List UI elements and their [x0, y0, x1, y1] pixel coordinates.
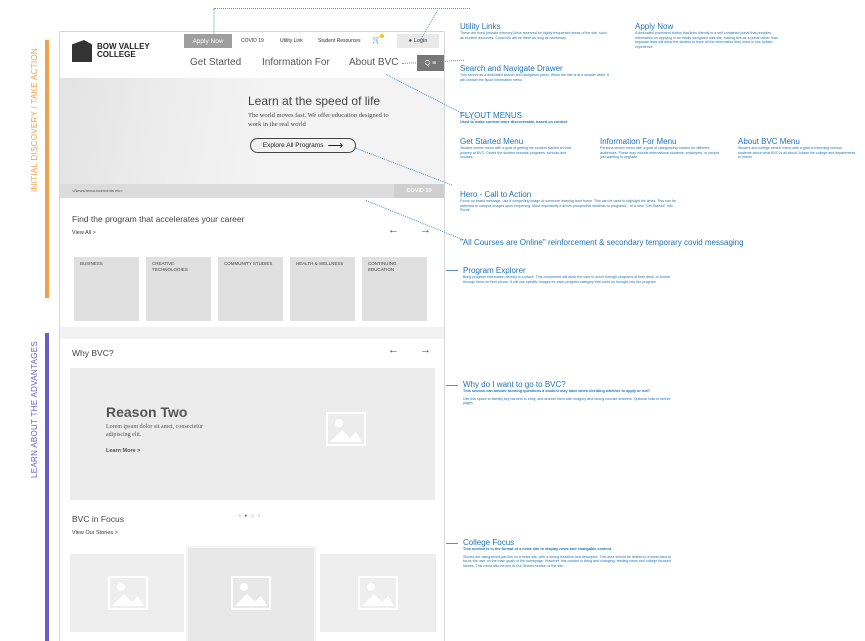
cart-badge [380, 34, 384, 38]
carousel-dots[interactable]: ○ ● ○ ○ [238, 513, 261, 519]
annotation-search-drawer: Search and Navigate Drawer This serves a… [460, 64, 610, 82]
apply-now-button[interactable]: Apply Now [184, 34, 232, 48]
program-tile[interactable]: CONTINUING EDUCATION [362, 257, 427, 321]
connector-line [446, 270, 458, 271]
image-placeholder-icon [358, 576, 398, 610]
advantages-section-bar [45, 333, 49, 641]
annotation-program-explorer: Program Explorer Bring program informati… [463, 266, 670, 284]
user-icon: ● [408, 38, 412, 44]
hero-section: Learn at the speed of life The world mov… [60, 78, 444, 184]
annotation-flyout-menus: FLYOUT MENUS Used to make content more d… [460, 111, 568, 124]
story-card[interactable] [70, 554, 184, 632]
annotation-about-bvc-menu: About BVC Menu Student and college centr… [738, 137, 856, 160]
program-tile[interactable]: BUSINESS [74, 257, 139, 321]
covid-button[interactable]: COVID 19 [394, 184, 444, 198]
program-tile[interactable]: CREATIVE TECHNOLOGIES [146, 257, 211, 321]
discovery-section-bar [45, 40, 49, 298]
annotation-hero-cta: Hero - Call to Action Focus on brand mes… [460, 190, 676, 213]
story-card[interactable] [188, 548, 314, 641]
image-placeholder-icon [326, 412, 366, 446]
explore-programs-button[interactable]: Explore All Programs ⟶ [250, 138, 356, 153]
college-logo[interactable]: BOW VALLEY COLLEGE [72, 40, 150, 62]
annotation-information-for-menu: Information For Menu Persona centric men… [600, 137, 720, 160]
arrow-left-icon[interactable]: ← [388, 344, 399, 356]
logo-text: BOW VALLEY COLLEGE [97, 42, 150, 59]
connector-line [446, 543, 458, 544]
news-announcement[interactable]: <News/announcements etc> [72, 188, 123, 193]
annotation-utility-links: Utility Links These are fixed (muscle me… [460, 22, 607, 40]
view-stories-link[interactable]: View Our Stories > [72, 530, 118, 536]
reason-title: Reason Two [106, 404, 188, 420]
utility-link-generic[interactable]: Utility Link [280, 38, 303, 44]
reason-learn-more-link[interactable]: Learn More > [106, 448, 140, 454]
reason-card: Reason Two Lorem ipsum dolor sit amet, c… [70, 368, 435, 500]
utility-link-covid[interactable]: COVID 19 [241, 38, 264, 44]
utility-link-student-resources[interactable]: Student Resources [318, 38, 361, 44]
logo-mark-icon [72, 40, 92, 62]
image-placeholder-icon [108, 576, 148, 610]
annotation-why-bvc: Why do I want to go to BVC? This section… [463, 380, 671, 406]
hero-image [60, 78, 260, 184]
hero-body: The world moves fast. We offer education… [248, 112, 389, 128]
view-all-programs-link[interactable]: View All > [72, 230, 96, 236]
program-tile[interactable]: COMMUNITY STUDIES [218, 257, 283, 321]
story-card[interactable] [320, 554, 436, 632]
focus-title: BVC in Focus [72, 514, 124, 524]
reason-body: Lorem ipsum dolor sit amet, consectetur … [106, 424, 203, 438]
annotation-online-messaging: "All Courses are Online" reinforcement &… [460, 238, 744, 247]
annotation-apply-now: Apply Now A dedicated prominent button t… [635, 22, 778, 49]
nav-information-for[interactable]: Information For [262, 57, 330, 68]
news-bar: <News/announcements etc> COVID 19 [60, 184, 444, 198]
arrow-right-icon: ⟶ [327, 140, 344, 152]
programs-title: Find the program that accelerates your c… [72, 214, 245, 224]
connector-line [446, 385, 458, 386]
arrow-right-icon[interactable]: → [420, 344, 431, 356]
nav-about-bvc[interactable]: About BVC [349, 57, 398, 68]
hero-headline: Learn at the speed of life [248, 94, 381, 108]
arrow-left-icon[interactable]: ← [388, 224, 399, 236]
section-divider [60, 327, 444, 339]
annotation-get-started-menu: Get Started Menu Student centric menu wi… [460, 137, 572, 160]
discovery-section-label: INITIAL DISCOVERY / TAKE ACTION [30, 47, 39, 192]
login-button[interactable]: ● Login [397, 34, 439, 48]
homepage-wireframe: BOW VALLEY COLLEGE Apply Now COVID 19 Ut… [60, 32, 444, 641]
program-tile[interactable]: HEALTH & WELLNESS [290, 257, 355, 321]
connector-line [213, 8, 215, 35]
advantages-section-label: LEARN ABOUT THE ADVANTAGES [30, 340, 39, 478]
annotation-college-focus: College Focus This section is in the for… [463, 538, 671, 568]
why-bvc-title: Why BVC? [72, 348, 114, 358]
connector-line [214, 8, 470, 9]
nav-get-started[interactable]: Get Started [190, 57, 241, 68]
image-placeholder-icon [231, 576, 271, 610]
